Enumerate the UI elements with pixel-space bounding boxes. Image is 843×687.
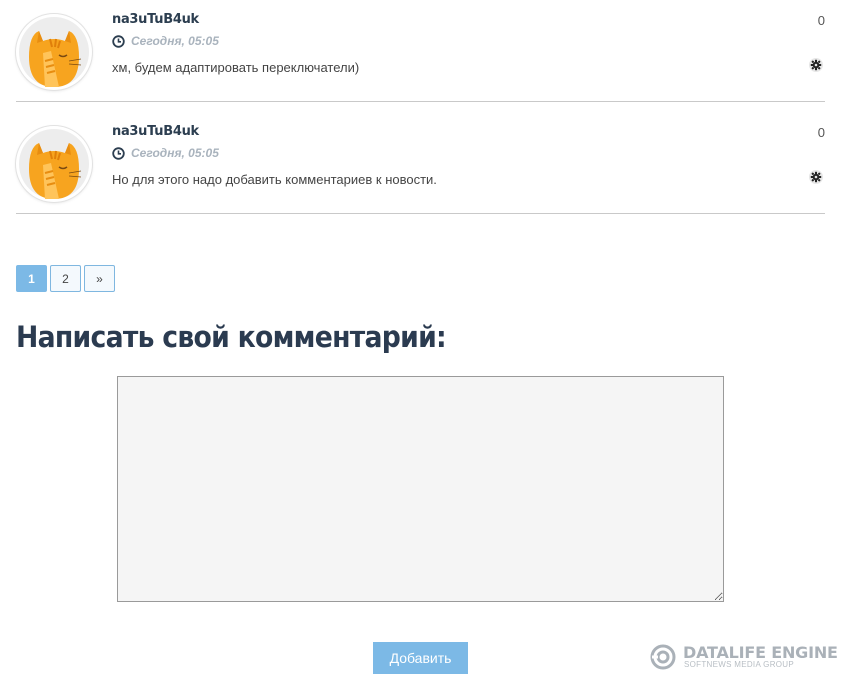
clock-icon <box>112 35 125 48</box>
comment-rating: 0 <box>817 125 825 140</box>
datalife-logo-icon <box>650 644 676 670</box>
pagination: 1 2 » <box>16 265 115 292</box>
comment-date: Сегодня, 05:05 <box>112 34 219 48</box>
comment-item: na3uTuB4uk Сегодня, 05:05 Но для этого н… <box>16 112 825 214</box>
comment-author[interactable]: na3uTuB4uk <box>112 12 199 27</box>
datalife-logo[interactable]: DATALIFE ENGINE SOFTNEWS MEDIA GROUP <box>650 642 838 672</box>
add-comment-button[interactable]: Добавить <box>373 642 468 674</box>
gear-icon[interactable] <box>809 58 823 72</box>
comment-date-text: Сегодня, 05:05 <box>131 34 219 48</box>
clock-icon <box>112 147 125 160</box>
comment-date-text: Сегодня, 05:05 <box>131 146 219 160</box>
comment-author[interactable]: na3uTuB4uk <box>112 124 199 139</box>
page-link-2[interactable]: 2 <box>50 265 81 292</box>
cat-avatar-icon <box>19 17 89 87</box>
comment-rating: 0 <box>817 13 825 28</box>
gear-icon[interactable] <box>809 170 823 184</box>
comment-textarea[interactable] <box>117 376 724 602</box>
cat-avatar-icon <box>19 129 89 199</box>
comment-date: Сегодня, 05:05 <box>112 146 219 160</box>
comment-item: na3uTuB4uk Сегодня, 05:05 хм, будем адап… <box>16 0 825 102</box>
comment-form-heading: Написать свой комментарий: <box>16 320 447 354</box>
page-link-1[interactable]: 1 <box>16 265 47 292</box>
avatar[interactable] <box>16 126 92 202</box>
page-next-button[interactable]: » <box>84 265 115 292</box>
avatar[interactable] <box>16 14 92 90</box>
logo-tagline-text: SOFTNEWS MEDIA GROUP <box>684 660 795 669</box>
comment-text: Но для этого надо добавить комментариев … <box>112 172 437 187</box>
comment-text: хм, будем адаптировать переключатели) <box>112 60 360 75</box>
